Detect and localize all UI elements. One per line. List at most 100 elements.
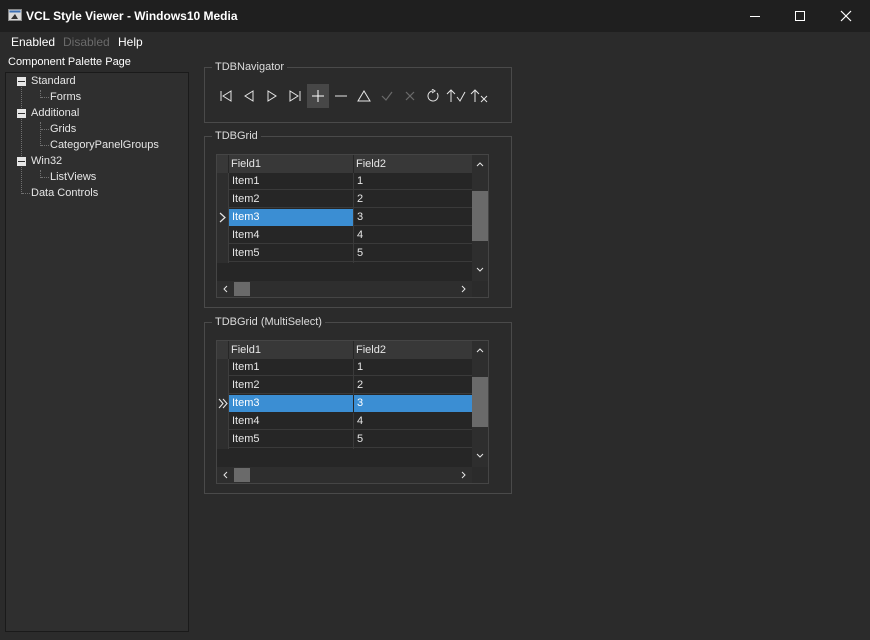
edit-icon [357, 90, 371, 102]
table-cell[interactable]: Item5 [229, 245, 353, 262]
nav-cancel-button[interactable] [399, 84, 421, 108]
table-cell-selected[interactable]: Item3 [229, 209, 353, 226]
column-header-label: Field2 [356, 158, 386, 170]
minimize-icon [750, 16, 760, 17]
table-cell[interactable]: 4 [354, 413, 472, 430]
table-cell[interactable]: 3 [354, 209, 472, 226]
nav-post-button[interactable] [376, 84, 398, 108]
nav-first-button[interactable] [215, 84, 237, 108]
table-cell[interactable]: Item2 [229, 377, 353, 394]
cancel-updates-icon [470, 89, 488, 103]
grid-header-field2[interactable]: Field2 [354, 341, 472, 359]
horizontal-scroll-thumb[interactable] [234, 468, 250, 482]
style-viewer-app-icon [8, 9, 22, 21]
nav-prior-button[interactable] [238, 84, 260, 108]
maximize-button[interactable] [777, 0, 823, 32]
grid-header-field1[interactable]: Field1 [229, 155, 353, 173]
table-cell[interactable]: Item2 [229, 191, 353, 208]
menu-disabled[interactable]: Disabled [63, 35, 110, 49]
column-header-label: Field2 [356, 344, 386, 356]
insert-icon [312, 90, 324, 102]
tree-node-data-controls[interactable]: Data Controls [31, 185, 98, 201]
table-cell[interactable]: 5 [354, 245, 472, 262]
scroll-right-icon[interactable] [458, 284, 468, 294]
nav-insert-button[interactable] [307, 84, 329, 108]
tree-connector [41, 129, 49, 130]
grid-header-field2[interactable]: Field2 [354, 155, 472, 173]
table-cell[interactable]: 1 [354, 173, 472, 190]
nav-last-button[interactable] [284, 84, 306, 108]
menu-help[interactable]: Help [118, 35, 143, 49]
component-palette-tree[interactable]: Standard Forms Additional Grids Category… [5, 72, 189, 632]
dbgrid[interactable]: Field1 Field2 Item1 1 Item2 2 Item3 3 It… [216, 154, 489, 298]
maximize-icon [795, 11, 805, 21]
table-cell[interactable]: 5 [354, 431, 472, 448]
tree-connector [21, 87, 22, 194]
grid-header-field1[interactable]: Field1 [229, 341, 353, 359]
table-cell-selected[interactable]: 3 [354, 395, 472, 412]
refresh-icon [427, 89, 439, 102]
menu-bar: Enabled Disabled Help [0, 32, 870, 52]
menu-enabled[interactable]: Enabled [11, 35, 55, 49]
vertical-scroll-thumb[interactable] [472, 191, 488, 241]
tree-node-standard[interactable]: Standard [31, 73, 76, 89]
title-bar[interactable]: VCL Style Viewer - Windows10 Media [0, 0, 870, 32]
window-title: VCL Style Viewer - Windows10 Media [26, 9, 238, 23]
tree-node-win32[interactable]: Win32 [31, 153, 62, 169]
dbgrid-group-title: TDBGrid [212, 130, 261, 142]
component-palette-label: Component Palette Page [8, 56, 131, 68]
table-cell[interactable]: 2 [354, 377, 472, 394]
column-divider [353, 173, 354, 263]
vertical-scrollbar[interactable] [472, 341, 488, 467]
last-icon [289, 90, 301, 102]
scroll-left-icon[interactable] [221, 470, 231, 480]
collapse-icon[interactable] [17, 109, 26, 118]
scroll-right-icon[interactable] [458, 470, 468, 480]
tree-node-grids[interactable]: Grids [50, 121, 76, 137]
table-cell[interactable]: 4 [354, 227, 472, 244]
nav-refresh-button[interactable] [422, 84, 444, 108]
tree-connector [40, 122, 41, 146]
dbgrid-multiselect[interactable]: Field1 Field2 Item1 1 Item2 2 Item3 3 It… [216, 340, 489, 484]
scroll-up-icon[interactable] [475, 159, 485, 169]
close-icon [840, 10, 852, 22]
post-icon [381, 91, 393, 101]
minimize-button[interactable] [732, 0, 778, 32]
tree-node-additional[interactable]: Additional [31, 105, 79, 121]
nav-edit-button[interactable] [353, 84, 375, 108]
vertical-scrollbar[interactable] [472, 155, 488, 281]
collapse-icon[interactable] [17, 77, 26, 86]
delete-icon [335, 95, 347, 97]
table-cell[interactable]: Item5 [229, 431, 353, 448]
nav-delete-button[interactable] [330, 84, 352, 108]
vertical-scroll-thumb[interactable] [472, 377, 488, 427]
scroll-left-icon[interactable] [221, 284, 231, 294]
navigator-group-title: TDBNavigator [212, 61, 288, 73]
table-cell[interactable]: Item4 [229, 227, 353, 244]
tree-node-listviews[interactable]: ListViews [50, 169, 96, 185]
horizontal-scrollbar[interactable] [217, 467, 472, 483]
cancel-icon [405, 91, 415, 101]
nav-cancel-updates-button[interactable] [469, 84, 491, 108]
horizontal-scrollbar[interactable] [217, 281, 472, 297]
nav-apply-updates-button[interactable] [445, 84, 467, 108]
table-cell[interactable]: 1 [354, 359, 472, 376]
scroll-down-icon[interactable] [475, 451, 485, 461]
table-cell-selected[interactable]: Item3 [229, 395, 353, 412]
scrollbar-corner [472, 281, 488, 297]
tree-node-categorypanelgroups[interactable]: CategoryPanelGroups [50, 137, 159, 153]
tree-connector [41, 97, 49, 98]
collapse-icon[interactable] [17, 157, 26, 166]
tree-node-forms[interactable]: Forms [50, 89, 81, 105]
scroll-down-icon[interactable] [475, 265, 485, 275]
apply-updates-icon [446, 89, 466, 102]
table-cell[interactable]: Item4 [229, 413, 353, 430]
horizontal-scroll-thumb[interactable] [234, 282, 250, 296]
current-row-indicator-icon [219, 212, 226, 223]
table-cell[interactable]: 2 [354, 191, 472, 208]
close-button[interactable] [823, 0, 869, 32]
nav-next-button[interactable] [261, 84, 283, 108]
table-cell[interactable]: Item1 [229, 173, 353, 190]
scroll-up-icon[interactable] [475, 345, 485, 355]
table-cell[interactable]: Item1 [229, 359, 353, 376]
